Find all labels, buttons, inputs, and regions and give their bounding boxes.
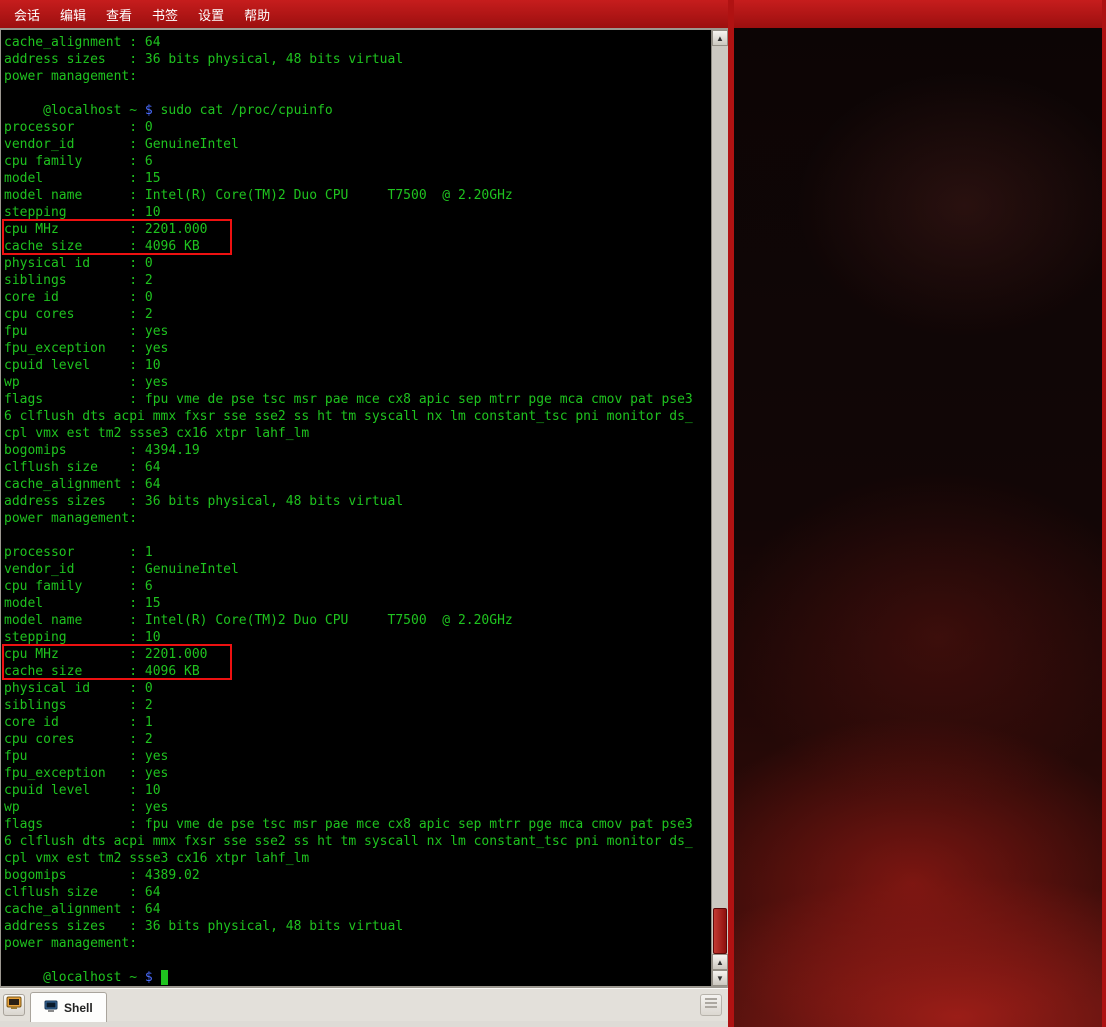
terminal-line: cache size : 4096 KB — [4, 663, 711, 680]
screen-right-edge — [1102, 0, 1106, 1027]
terminal-line: cache_alignment : 64 — [4, 34, 711, 51]
terminal-window: 会话编辑查看书签设置帮助 cache_alignment : 64address… — [0, 0, 734, 1027]
tab-bar: Shell — [0, 988, 728, 1021]
terminal-line — [4, 85, 711, 102]
terminal-screen[interactable]: cache_alignment : 64address sizes : 36 b… — [1, 30, 711, 986]
terminal-line: fpu : yes — [4, 748, 711, 765]
terminal-line: model name : Intel(R) Core(TM)2 Duo CPU … — [4, 187, 711, 204]
terminal-line: wp : yes — [4, 799, 711, 816]
menu-edit[interactable]: 编辑 — [50, 2, 96, 27]
terminal-scrollbar[interactable]: ▲ ▲ ▼ — [711, 30, 728, 986]
menu-bar: 会话编辑查看书签设置帮助 — [0, 0, 728, 28]
new-session-icon — [6, 995, 22, 1015]
session-list-button[interactable] — [700, 994, 722, 1016]
terminal-line: stepping : 10 — [4, 629, 711, 646]
terminal-line: physical id : 0 — [4, 255, 711, 272]
terminal-line: stepping : 10 — [4, 204, 711, 221]
terminal-line: power management: — [4, 68, 711, 85]
terminal-line: bogomips : 4394.19 — [4, 442, 711, 459]
terminal-line: processor : 0 — [4, 119, 711, 136]
terminal-line: cpu MHz : 2201.000 — [4, 221, 711, 238]
terminal-line: cpl vmx est tm2 ssse3 cx16 xtpr lahf_lm — [4, 850, 711, 867]
session-list-icon — [704, 996, 718, 1014]
tab-shell[interactable]: Shell — [30, 992, 107, 1022]
desktop-top-band — [734, 0, 1106, 28]
terminal-line: power management: — [4, 510, 711, 527]
terminal-line — [4, 527, 711, 544]
terminal-line: cpu cores : 2 — [4, 731, 711, 748]
terminal-line: fpu_exception : yes — [4, 340, 711, 357]
terminal-line: core id : 0 — [4, 289, 711, 306]
terminal-line: cpu cores : 2 — [4, 306, 711, 323]
menu-bookmarks[interactable]: 书签 — [142, 2, 188, 27]
scrollbar-thumb[interactable] — [713, 908, 727, 954]
terminal-line: siblings : 2 — [4, 272, 711, 289]
terminal-line: wp : yes — [4, 374, 711, 391]
terminal-line: address sizes : 36 bits physical, 48 bit… — [4, 51, 711, 68]
terminal-line: 6 clflush dts acpi mmx fxsr sse sse2 ss … — [4, 833, 711, 850]
terminal-line: cpuid level : 10 — [4, 357, 711, 374]
terminal-line: cache_alignment : 64 — [4, 476, 711, 493]
new-session-button[interactable] — [3, 994, 25, 1016]
terminal-line: cache size : 4096 KB — [4, 238, 711, 255]
terminal-frame: cache_alignment : 64address sizes : 36 b… — [0, 28, 728, 988]
terminal-line: model : 15 — [4, 170, 711, 187]
terminal-line: address sizes : 36 bits physical, 48 bit… — [4, 493, 711, 510]
tab-label: Shell — [64, 1001, 93, 1015]
terminal-line: @localhost ~ $ — [4, 969, 711, 986]
terminal-line: bogomips : 4389.02 — [4, 867, 711, 884]
terminal-line: cpu family : 6 — [4, 153, 711, 170]
terminal-line: cpuid level : 10 — [4, 782, 711, 799]
terminal-line: cpl vmx est tm2 ssse3 cx16 xtpr lahf_lm — [4, 425, 711, 442]
menu-help[interactable]: 帮助 — [234, 2, 280, 27]
shell-icon — [44, 1000, 58, 1016]
terminal-line: flags : fpu vme de pse tsc msr pae mce c… — [4, 391, 711, 408]
terminal-line: cpu family : 6 — [4, 578, 711, 595]
terminal-line: model name : Intel(R) Core(TM)2 Duo CPU … — [4, 612, 711, 629]
terminal-line: cpu MHz : 2201.000 — [4, 646, 711, 663]
scroll-down-button[interactable]: ▼ — [712, 970, 728, 986]
terminal-line: 6 clflush dts acpi mmx fxsr sse sse2 ss … — [4, 408, 711, 425]
terminal-line: siblings : 2 — [4, 697, 711, 714]
menu-settings[interactable]: 设置 — [188, 2, 234, 27]
terminal-line: fpu_exception : yes — [4, 765, 711, 782]
terminal-line: clflush size : 64 — [4, 884, 711, 901]
terminal-line: power management: — [4, 935, 711, 952]
menu-view[interactable]: 查看 — [96, 2, 142, 27]
scroll-up-button[interactable]: ▲ — [712, 30, 728, 46]
menu-session[interactable]: 会话 — [4, 2, 50, 27]
terminal-line: flags : fpu vme de pse tsc msr pae mce c… — [4, 816, 711, 833]
terminal-line: fpu : yes — [4, 323, 711, 340]
terminal-line — [4, 952, 711, 969]
terminal-line: processor : 1 — [4, 544, 711, 561]
terminal-line: core id : 1 — [4, 714, 711, 731]
terminal-line: model : 15 — [4, 595, 711, 612]
terminal-cursor — [161, 970, 169, 985]
terminal-line: address sizes : 36 bits physical, 48 bit… — [4, 918, 711, 935]
terminal-line: vendor_id : GenuineIntel — [4, 136, 711, 153]
terminal-line: physical id : 0 — [4, 680, 711, 697]
terminal-line: vendor_id : GenuineIntel — [4, 561, 711, 578]
desktop-background: KPowersave 信息对话框 – □ × 杂项 z 当前方案:性能当前 CP… — [734, 0, 1106, 1027]
terminal-line: @localhost ~ $ sudo cat /proc/cpuinfo — [4, 102, 711, 119]
terminal-line: cache_alignment : 64 — [4, 901, 711, 918]
terminal-output: cache_alignment : 64address sizes : 36 b… — [4, 34, 711, 986]
scroll-up-button-bottom[interactable]: ▲ — [712, 954, 728, 970]
terminal-line: clflush size : 64 — [4, 459, 711, 476]
